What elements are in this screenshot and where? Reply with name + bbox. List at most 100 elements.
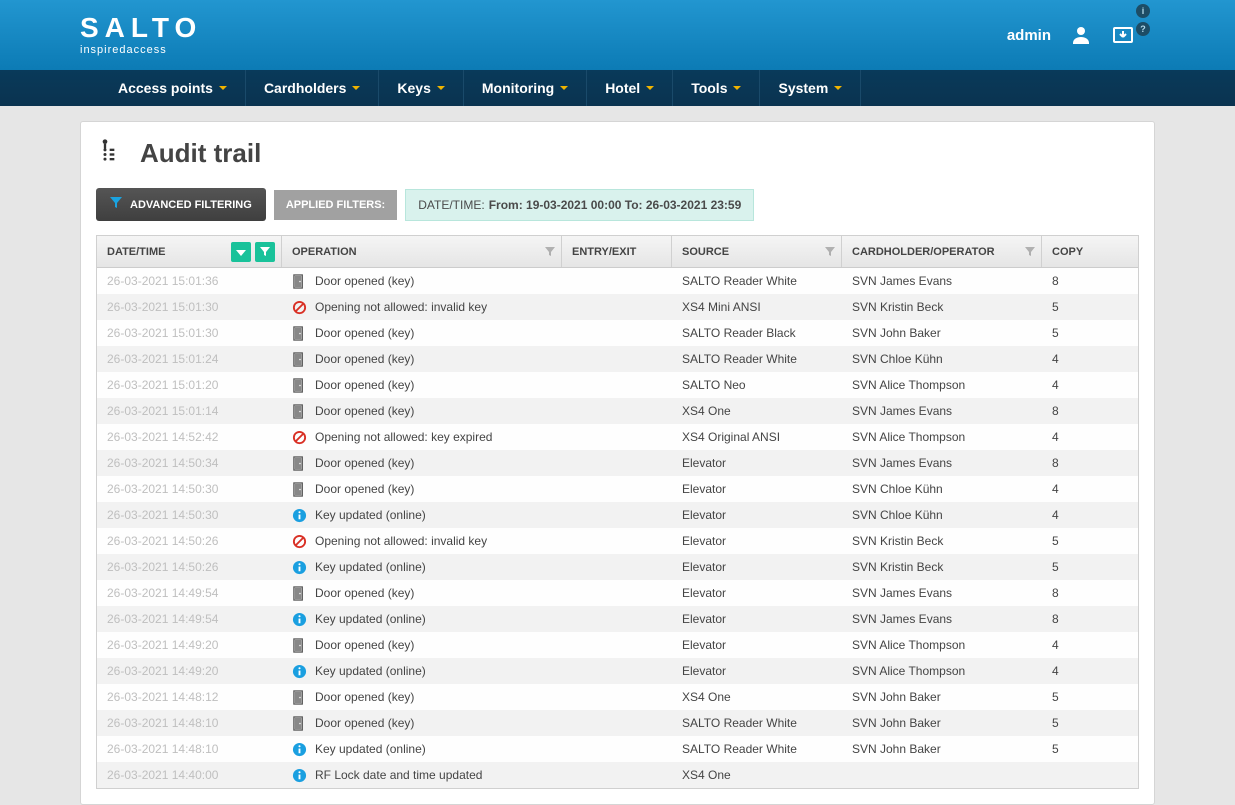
filter-bar: ADVANCED FILTERING APPLIED FILTERS: DATE… [96, 188, 1139, 221]
col-header-source-label: SOURCE [682, 246, 729, 258]
table-row[interactable]: 26-03-2021 15:01:14Door opened (key)XS4 … [97, 398, 1138, 424]
col-header-date[interactable]: DATE/TIME [97, 236, 282, 267]
nav-item-system[interactable]: System [760, 70, 861, 106]
date-sort-button[interactable] [231, 242, 251, 262]
door-icon [292, 456, 307, 471]
cell-operation: Key updated (online) [282, 560, 562, 575]
col-header-copy[interactable]: COPY [1042, 236, 1102, 267]
chevron-down-icon [437, 86, 445, 90]
chevron-down-icon [646, 86, 654, 90]
nav-item-label: Monitoring [482, 80, 554, 96]
table-row[interactable]: 26-03-2021 14:48:10Key updated (online)S… [97, 736, 1138, 762]
cell-datetime: 26-03-2021 15:01:24 [97, 352, 282, 366]
help-icon[interactable]: ? [1136, 22, 1150, 36]
table-row[interactable]: 26-03-2021 14:50:26Opening not allowed: … [97, 528, 1138, 554]
cell-datetime: 26-03-2021 14:50:26 [97, 534, 282, 548]
operation-text: Door opened (key) [315, 716, 414, 730]
operation-text: Opening not allowed: key expired [315, 430, 492, 444]
operation-text: Door opened (key) [315, 482, 414, 496]
download-icon[interactable] [1111, 23, 1135, 47]
cell-source: XS4 One [672, 690, 842, 704]
table-row[interactable]: 26-03-2021 14:49:54Key updated (online)E… [97, 606, 1138, 632]
cell-copy: 5 [1042, 742, 1102, 756]
cell-operation: Door opened (key) [282, 482, 562, 497]
table-row[interactable]: 26-03-2021 14:50:30Door opened (key)Elev… [97, 476, 1138, 502]
cell-cardholder: SVN James Evans [842, 274, 1042, 288]
funnel-icon[interactable] [825, 247, 835, 257]
operation-text: Door opened (key) [315, 274, 414, 288]
cell-copy: 5 [1042, 716, 1102, 730]
table-row[interactable]: 26-03-2021 14:49:20Door opened (key)Elev… [97, 632, 1138, 658]
cell-copy: 8 [1042, 612, 1102, 626]
main-nav: Access points Cardholders Keys Monitoring Ho… [0, 70, 1235, 106]
nav-item-tools[interactable]: Tools [673, 70, 760, 106]
cell-operation: Key updated (online) [282, 664, 562, 679]
table-row[interactable]: 26-03-2021 14:50:30Key updated (online)E… [97, 502, 1138, 528]
door-icon [292, 716, 307, 731]
nav-item-access-points[interactable]: Access points [100, 70, 246, 106]
table-row[interactable]: 26-03-2021 15:01:20Door opened (key)SALT… [97, 372, 1138, 398]
cell-copy: 4 [1042, 508, 1102, 522]
prohibited-icon [292, 300, 307, 315]
info-icon [292, 664, 307, 679]
current-user[interactable]: admin [1007, 27, 1051, 44]
col-header-cardholder[interactable]: CARDHOLDER/OPERATOR [842, 236, 1042, 267]
col-header-cardholder-label: CARDHOLDER/OPERATOR [852, 246, 995, 258]
info-icon[interactable]: i [1136, 4, 1150, 18]
funnel-icon[interactable] [1025, 247, 1035, 257]
cell-cardholder: SVN James Evans [842, 612, 1042, 626]
col-header-entry[interactable]: ENTRY/EXIT [562, 236, 672, 267]
nav-item-monitoring[interactable]: Monitoring [464, 70, 587, 106]
nav-item-hotel[interactable]: Hotel [587, 70, 673, 106]
operation-text: Door opened (key) [315, 586, 414, 600]
table-row[interactable]: 26-03-2021 14:50:34Door opened (key)Elev… [97, 450, 1138, 476]
col-header-operation[interactable]: OPERATION [282, 236, 562, 267]
cell-source: Elevator [672, 664, 842, 678]
table-row[interactable]: 26-03-2021 15:01:30Door opened (key)SALT… [97, 320, 1138, 346]
cell-cardholder: SVN Alice Thompson [842, 378, 1042, 392]
prohibited-icon [292, 534, 307, 549]
cell-cardholder: SVN John Baker [842, 716, 1042, 730]
operation-text: Door opened (key) [315, 378, 414, 392]
table-row[interactable]: 26-03-2021 14:40:00RF Lock date and time… [97, 762, 1138, 788]
operation-text: Door opened (key) [315, 638, 414, 652]
col-header-source[interactable]: SOURCE [672, 236, 842, 267]
user-icon[interactable] [1069, 23, 1093, 47]
cell-copy: 5 [1042, 534, 1102, 548]
advanced-filtering-label: ADVANCED FILTERING [130, 199, 252, 211]
funnel-icon[interactable] [545, 247, 555, 257]
table-row[interactable]: 26-03-2021 15:01:30Opening not allowed: … [97, 294, 1138, 320]
cell-datetime: 26-03-2021 14:48:10 [97, 742, 282, 756]
date-filter-button[interactable] [255, 242, 275, 262]
applied-filter-chip[interactable]: DATE/TIME: From: 19-03-2021 00:00 To: 26… [405, 189, 754, 221]
table-row[interactable]: 26-03-2021 14:50:26Key updated (online)E… [97, 554, 1138, 580]
info-icons: i ? [1136, 4, 1150, 36]
chevron-down-icon [352, 86, 360, 90]
table-row[interactable]: 26-03-2021 14:52:42Opening not allowed: … [97, 424, 1138, 450]
operation-text: Door opened (key) [315, 456, 414, 470]
operation-text: Opening not allowed: invalid key [315, 300, 487, 314]
table-row[interactable]: 26-03-2021 15:01:24Door opened (key)SALT… [97, 346, 1138, 372]
cell-operation: Door opened (key) [282, 638, 562, 653]
cell-source: SALTO Reader White [672, 742, 842, 756]
nav-item-label: Cardholders [264, 80, 346, 96]
cell-cardholder: SVN John Baker [842, 742, 1042, 756]
table-row[interactable]: 26-03-2021 14:49:54Door opened (key)Elev… [97, 580, 1138, 606]
table-row[interactable]: 26-03-2021 14:48:10Door opened (key)SALT… [97, 710, 1138, 736]
nav-item-cardholders[interactable]: Cardholders [246, 70, 379, 106]
table-row[interactable]: 26-03-2021 14:49:20Key updated (online)E… [97, 658, 1138, 684]
nav-item-keys[interactable]: Keys [379, 70, 463, 106]
cell-operation: RF Lock date and time updated [282, 768, 562, 783]
door-icon [292, 274, 307, 289]
cell-source: Elevator [672, 560, 842, 574]
operation-text: Key updated (online) [315, 664, 426, 678]
cell-operation: Door opened (key) [282, 690, 562, 705]
page-title-row: Audit trail [96, 137, 1139, 170]
table-row[interactable]: 26-03-2021 15:01:36Door opened (key)SALT… [97, 268, 1138, 294]
cell-source: XS4 Original ANSI [672, 430, 842, 444]
cell-source: SALTO Reader White [672, 352, 842, 366]
cell-source: XS4 Mini ANSI [672, 300, 842, 314]
chevron-down-icon [733, 86, 741, 90]
table-row[interactable]: 26-03-2021 14:48:12Door opened (key)XS4 … [97, 684, 1138, 710]
advanced-filtering-button[interactable]: ADVANCED FILTERING [96, 188, 266, 221]
